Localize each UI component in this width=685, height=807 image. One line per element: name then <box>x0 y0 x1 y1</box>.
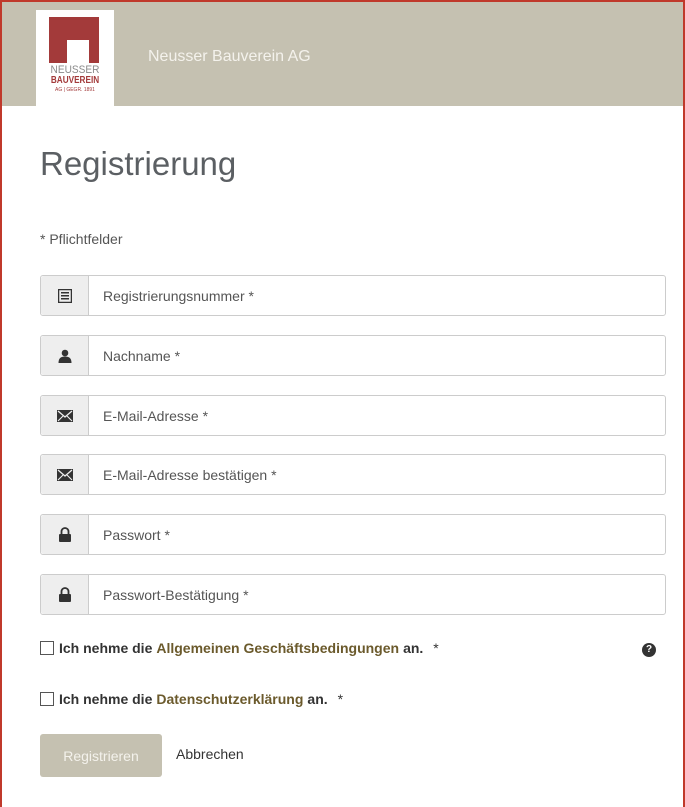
registration-number-input[interactable] <box>89 276 665 315</box>
list-icon <box>41 276 89 315</box>
privacy-suffix: an. <box>307 691 328 707</box>
company-logo[interactable]: NEUSSER BAUVEREIN AG | GEGR. 1891 <box>36 10 114 106</box>
privacy-agreement-row: Ich nehme die Datenschutzerklärung an. * <box>40 691 343 707</box>
cancel-link[interactable]: Abbrechen <box>176 746 244 762</box>
lock-icon <box>41 575 89 614</box>
register-button[interactable]: Registrieren <box>40 734 162 777</box>
terms-link[interactable]: Allgemeinen Geschäftsbedingungen <box>156 640 399 656</box>
privacy-required-marker: * <box>337 691 344 707</box>
terms-checkbox[interactable] <box>40 641 54 655</box>
lastname-input[interactable] <box>89 336 665 375</box>
password-confirm-input[interactable] <box>89 575 665 614</box>
terms-required-marker: * <box>433 640 439 656</box>
privacy-checkbox[interactable] <box>40 692 54 706</box>
header-bar: NEUSSER BAUVEREIN AG | GEGR. 1891 Neusse… <box>2 2 683 106</box>
envelope-icon <box>41 455 89 494</box>
email-field-group <box>40 395 666 436</box>
terms-agreement-row: Ich nehme die Allgemeinen Geschäftsbedin… <box>40 640 439 656</box>
company-name: Neusser Bauverein AG <box>148 48 311 65</box>
page-title: Registrierung <box>40 145 237 182</box>
privacy-prefix: Ich nehme die <box>59 691 153 707</box>
user-icon <box>41 336 89 375</box>
lastname-field-group <box>40 335 666 376</box>
password-field-group <box>40 514 666 555</box>
logo-text-bottom: AG | GEGR. 1891 <box>55 87 95 93</box>
password-input[interactable] <box>89 515 665 554</box>
privacy-link[interactable]: Datenschutzerklärung <box>156 691 303 707</box>
required-fields-note: * Pflichtfelder <box>40 231 123 247</box>
logo-text-middle: BAUVEREIN <box>50 75 100 86</box>
logo-mark-inner <box>67 40 89 63</box>
terms-prefix: Ich nehme die <box>59 640 153 656</box>
registration-number-field-group <box>40 275 666 316</box>
email-input[interactable] <box>89 396 665 435</box>
lock-icon <box>41 515 89 554</box>
email-confirm-input[interactable] <box>89 455 665 494</box>
email-confirm-field-group <box>40 454 666 495</box>
terms-suffix: an. <box>403 640 424 656</box>
question-circle-icon[interactable]: ? <box>642 643 656 657</box>
password-confirm-field-group <box>40 574 666 615</box>
envelope-icon <box>41 396 89 435</box>
